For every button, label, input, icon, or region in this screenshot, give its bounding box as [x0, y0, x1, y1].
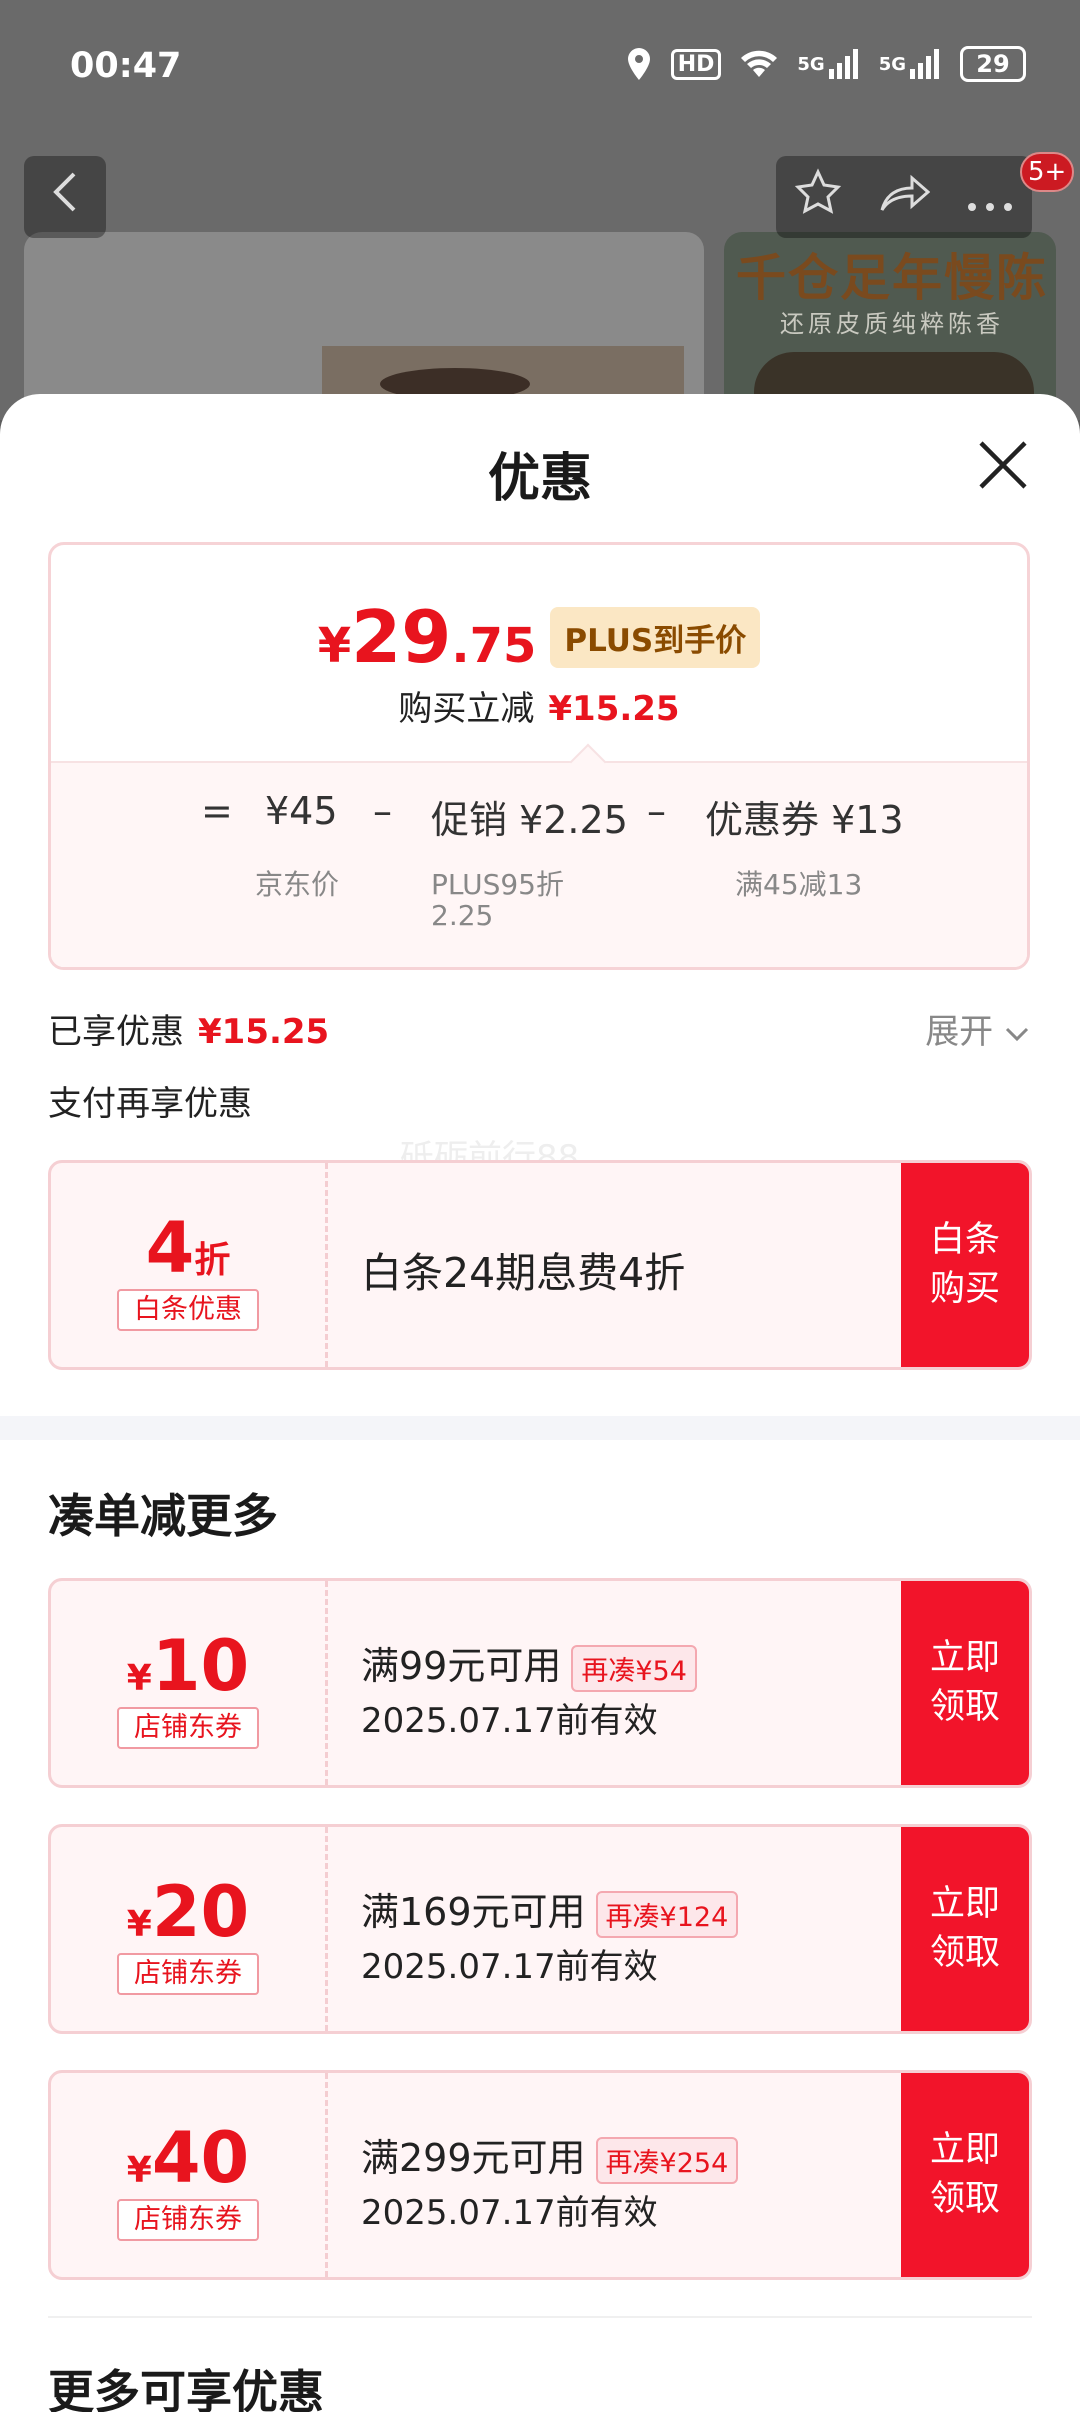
- section-separator: [48, 2316, 1032, 2318]
- coupon-add-more: 再凑¥124: [595, 1891, 739, 1938]
- claim-label: 立即领取: [929, 1884, 1000, 1973]
- baitiao-coupon: 4折 白条优惠 白条24期息费4折 白条购买: [48, 1160, 1032, 1370]
- signal-5g-icon-2: 5G: [879, 47, 942, 81]
- enjoyed-label: 已享优惠: [48, 1012, 184, 1052]
- price-currency: ¥: [317, 618, 352, 674]
- coupon-add-more: 再凑¥54: [571, 1645, 697, 1692]
- coupon-condition-text: 满99元可用: [361, 1644, 562, 1688]
- store-coupon: ¥10 店铺东券 满99元可用 再凑¥54 2025.07.17前有效 立即领取: [48, 1578, 1032, 1788]
- coupon-condition-text: 满169元可用: [361, 1890, 586, 1934]
- minus-sign-2: –: [647, 789, 666, 833]
- jd-price-label: 京东价: [255, 868, 340, 901]
- chevron-down-icon: [1004, 1012, 1030, 1052]
- message-badge: 5+: [1020, 152, 1075, 192]
- coupon-value-area: ¥10 店铺东券: [51, 1581, 328, 1785]
- baitiao-unit: 折: [194, 1240, 231, 1281]
- store-coupon: ¥40 店铺东券 满299元可用 再凑¥254 2025.07.17前有效 立即领…: [48, 2070, 1032, 2280]
- equals-sign: =: [201, 789, 233, 833]
- coupon-currency: ¥: [126, 2150, 152, 2191]
- baitiao-value: 4: [145, 1207, 195, 1289]
- claim-coupon-button[interactable]: 立即领取: [901, 2073, 1029, 2277]
- coupon-value-area: ¥40 店铺东券: [51, 2073, 328, 2277]
- plus-price-tag: PLUS到手价: [550, 606, 761, 668]
- star-icon[interactable]: [794, 168, 842, 226]
- coupon-currency: ¥: [126, 1904, 152, 1945]
- price-decimal: .75: [451, 618, 537, 674]
- close-icon: [977, 436, 1029, 502]
- coupon-value: 10: [151, 1625, 250, 1707]
- final-price: ¥ 29 .75 PLUS到手价: [51, 595, 1027, 679]
- status-bar: 00:47 HD 5G 5G 29: [0, 0, 1080, 140]
- section-divider: [0, 1416, 1080, 1440]
- signal-5g-icon: 5G: [797, 47, 860, 81]
- baitiao-buy-label: 白条购买: [929, 1220, 1000, 1309]
- section-title-coupons: 凑单减更多: [48, 1489, 278, 1543]
- back-button[interactable]: [24, 156, 106, 238]
- baitiao-tag: 白条优惠: [117, 1289, 259, 1331]
- coupon-tag: 店铺东券: [117, 1707, 259, 1749]
- coupon-condition: 满169元可用 再凑¥124: [361, 1881, 739, 1938]
- reduce-value: ¥15.25: [548, 689, 680, 729]
- store-coupon: ¥20 店铺东券 满169元可用 再凑¥124 2025.07.17前有效 立即领…: [48, 1824, 1032, 2034]
- coupon-tag: 店铺东券: [117, 1953, 259, 1995]
- coupon-amount: ¥20: [51, 1871, 325, 1953]
- chevron-left-icon: [50, 170, 80, 225]
- enjoyed-discount: 已享优惠 ¥15.25: [48, 1004, 329, 1053]
- price-integer: 29: [351, 595, 452, 679]
- enjoyed-value: ¥15.25: [198, 1012, 330, 1052]
- jd-price: ¥45: [265, 789, 338, 833]
- reduce-summary: 购买立减 ¥15.25: [51, 681, 1027, 730]
- promo-label-value: 2.25: [431, 899, 494, 932]
- baitiao-discount: 4折: [51, 1207, 325, 1289]
- coupon-condition: 满299元可用 再凑¥254: [361, 2127, 739, 2184]
- coupon-value: 40: [151, 2117, 250, 2199]
- battery-icon: 29: [960, 46, 1026, 82]
- share-icon[interactable]: [878, 170, 931, 224]
- coupon-value-area: ¥20 店铺东券: [51, 1827, 328, 2031]
- wifi-icon: [739, 48, 779, 80]
- minus-sign: –: [373, 789, 392, 833]
- coupon-amount: ¥40: [51, 2117, 325, 2199]
- hd-voice-icon: HD: [670, 48, 722, 80]
- status-icons: HD 5G 5G 29: [625, 46, 1026, 82]
- price-breakdown-card: ¥ 29 .75 PLUS到手价 购买立减 ¥15.25 = ¥45 – 促销 ¥…: [48, 542, 1030, 970]
- pay-discount-title: 支付再享优惠: [48, 1084, 252, 1124]
- ad-title: 千仓足年慢陈: [736, 249, 1048, 307]
- price-summary: ¥ 29 .75 PLUS到手价 购买立减 ¥15.25: [51, 545, 1027, 761]
- claim-coupon-button[interactable]: 立即领取: [901, 1827, 1029, 2031]
- coupon-expiry: 2025.07.17前有效: [361, 1947, 658, 1987]
- expand-label: 展开: [925, 1012, 994, 1052]
- close-button[interactable]: [968, 434, 1038, 504]
- claim-label: 立即领取: [929, 2130, 1000, 2219]
- coupon-condition: 满99元可用 再凑¥54: [361, 1635, 697, 1692]
- promo-amount: 促销 ¥2.25: [431, 798, 628, 842]
- price-formula: = ¥45 – 促销 ¥2.25 – 优惠券 ¥13 京东价 PLUS95折 2…: [51, 743, 1027, 967]
- reduce-label: 购买立减: [398, 689, 535, 729]
- expand-toggle[interactable]: 展开: [925, 1004, 1030, 1053]
- promo-label: PLUS95折: [431, 868, 564, 901]
- coupon-amount: 优惠券 ¥13: [705, 798, 904, 842]
- coupon-label: 满45减13: [735, 868, 863, 901]
- section-title-more: 更多可享优惠: [48, 2365, 324, 2412]
- coupon-amount: ¥10: [51, 1625, 325, 1707]
- claim-coupon-button[interactable]: 立即领取: [901, 1581, 1029, 1785]
- location-icon: [625, 46, 653, 82]
- ad-subtitle: 还原皮质纯粹陈香: [780, 310, 1004, 338]
- coupon-value-area: 4折 白条优惠: [51, 1163, 328, 1367]
- coupon-add-more: 再凑¥254: [595, 2137, 739, 2184]
- baitiao-buy-button[interactable]: 白条购买: [901, 1163, 1029, 1367]
- coupon-currency: ¥: [126, 1658, 152, 1699]
- coupon-tag: 店铺东券: [117, 2199, 259, 2241]
- claim-label: 立即领取: [929, 1638, 1000, 1727]
- more-icon[interactable]: [966, 173, 1014, 222]
- coupon-expiry: 2025.07.17前有效: [361, 1701, 658, 1741]
- discount-sheet: 优惠 ¥ 29 .75 PLUS到手价 购买立减 ¥15.25 = ¥45 – 促…: [0, 394, 1080, 2412]
- clock: 00:47: [70, 46, 182, 86]
- sheet-title: 优惠: [487, 449, 592, 509]
- coupon-expiry: 2025.07.17前有效: [361, 2193, 658, 2233]
- baitiao-description: 白条24期息费4折: [361, 1249, 686, 1297]
- top-action-bar: [776, 156, 1032, 238]
- coupon-condition-text: 满299元可用: [361, 2136, 586, 2180]
- coupon-value: 20: [151, 1871, 250, 1953]
